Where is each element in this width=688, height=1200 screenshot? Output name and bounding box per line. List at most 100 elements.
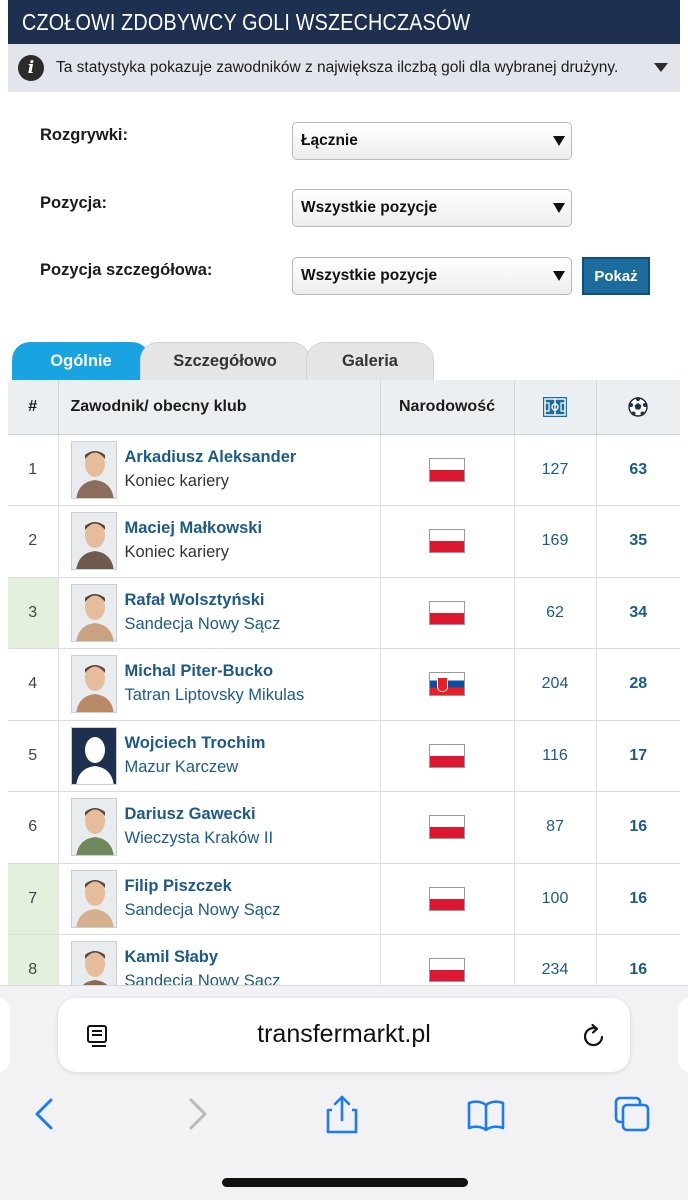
table-row: 2 Maciej Małkowski Koniec kariery 169 35 — [8, 505, 680, 578]
appearances-link[interactable]: 116 — [514, 720, 597, 792]
header-player[interactable]: Zawodnik/ obecny klub — [58, 380, 381, 435]
forward-icon[interactable] — [176, 1094, 216, 1134]
appearances-link[interactable]: 100 — [514, 863, 597, 935]
player-name-link[interactable]: Arkadiusz Aleksander — [125, 446, 297, 468]
info-banner[interactable]: i Ta statystyka pokazuje zawodników z na… — [8, 44, 680, 92]
player-photo[interactable] — [70, 655, 117, 714]
player-photo[interactable] — [70, 798, 117, 857]
goals-link[interactable]: 16 — [596, 863, 680, 935]
dropdown-arrow-icon — [553, 136, 565, 146]
player-name-link[interactable]: Rafał Wolsztyński — [125, 589, 281, 611]
slovakia-flag-icon — [429, 672, 465, 697]
club-link[interactable]: Sandecja Nowy Sącz — [125, 897, 281, 923]
nationality-cell — [380, 863, 515, 935]
header-goals[interactable] — [596, 380, 680, 435]
table-row: 6 Dariusz Gawecki Wieczysta Kraków II 87 16 — [8, 791, 680, 864]
rank-cell: 7 — [8, 863, 59, 935]
browser-toolbar: transfermarkt.pl — [0, 985, 688, 1200]
appearances-link[interactable]: 62 — [514, 577, 597, 649]
info-icon: i — [18, 55, 44, 81]
player-photo[interactable] — [70, 583, 117, 642]
rank-cell: 3 — [8, 577, 59, 649]
appearances-link[interactable]: 87 — [514, 791, 597, 864]
next-tab-preview[interactable] — [678, 998, 688, 1072]
tab-detailed[interactable]: Szczegółowo — [140, 342, 310, 380]
player-cell: Maciej Małkowski Koniec kariery — [57, 505, 381, 578]
home-indicator[interactable] — [222, 1178, 468, 1187]
goals-link[interactable]: 17 — [596, 720, 680, 792]
competition-select-value: Łącznie — [301, 132, 358, 149]
player-cell: Wojciech Trochim Mazur Karczew — [57, 720, 381, 792]
appearances-link[interactable]: 169 — [514, 505, 597, 578]
nationality-cell — [380, 791, 515, 864]
table-row: 4 Michal Piter-Bucko Tatran Liptovsky Miku… — [8, 648, 680, 721]
bookmarks-icon[interactable] — [466, 1094, 506, 1134]
player-cell: Arkadiusz Aleksander Koniec kariery — [57, 434, 381, 506]
table-row: 7 Filip Piszczek Sandecja Nowy Sącz 100 16 — [8, 863, 680, 935]
share-icon[interactable] — [322, 1094, 362, 1134]
nationality-cell — [380, 505, 515, 578]
nationality-cell — [380, 720, 515, 792]
player-photo[interactable] — [70, 869, 117, 928]
poland-flag-icon — [429, 886, 465, 911]
player-name-link[interactable]: Wojciech Trochim — [125, 732, 266, 754]
club-link[interactable]: Sandecja Nowy Sącz — [125, 611, 281, 637]
filter-form: Rozgrywki: Łącznie Pozycja: Wszystkie po… — [8, 92, 680, 342]
rank-cell: 2 — [8, 505, 59, 578]
rank-cell: 1 — [8, 434, 59, 506]
player-name-link[interactable]: Michal Piter-Bucko — [125, 660, 305, 682]
goals-link[interactable]: 16 — [596, 791, 680, 864]
rank-cell: 4 — [8, 648, 59, 721]
football-icon — [628, 396, 648, 417]
player-name-link[interactable]: Filip Piszczek — [125, 875, 281, 897]
table-body: 1 Arkadiusz Aleksander Koniec kariery 127 63… — [8, 434, 680, 1007]
dropdown-arrow-icon — [553, 203, 565, 213]
player-photo[interactable] — [70, 440, 117, 499]
player-name-link[interactable]: Dariusz Gawecki — [125, 803, 274, 825]
page: CZOŁOWI ZDOBYWCY GOLI WSZECHCZASÓW i Ta … — [0, 0, 688, 1200]
header-nationality[interactable]: Narodowość — [380, 380, 515, 435]
reload-icon[interactable] — [580, 1022, 608, 1050]
position-select[interactable]: Wszystkie pozycje — [292, 189, 572, 227]
club-link[interactable]: Mazur Karczew — [125, 754, 266, 780]
url-text: transfermarkt.pl — [257, 1020, 431, 1048]
nationality-cell — [380, 648, 515, 721]
dropdown-arrow-icon — [553, 271, 565, 281]
goals-link[interactable]: 34 — [596, 577, 680, 649]
tab-gallery[interactable]: Galeria — [306, 342, 434, 380]
chevron-down-icon[interactable] — [654, 63, 668, 72]
position-select-value: Wszystkie pozycje — [301, 199, 438, 216]
goals-link[interactable]: 28 — [596, 648, 680, 721]
table-row: 3 Rafał Wolsztyński Sandecja Nowy Sącz 62 34 — [8, 577, 680, 649]
club-link[interactable]: Tatran Liptovsky Mikulas — [125, 682, 305, 708]
header-appearances[interactable] — [514, 380, 597, 435]
top-scorers-table: # Zawodnik/ obecny klub Narodowość 1 Ark… — [8, 380, 680, 1007]
detailed-position-select[interactable]: Wszystkie pozycje — [292, 257, 572, 295]
player-name-link[interactable]: Maciej Małkowski — [125, 517, 263, 539]
previous-tab-preview[interactable] — [0, 998, 10, 1072]
player-cell: Filip Piszczek Sandecja Nowy Sącz — [57, 863, 381, 935]
address-bar[interactable]: transfermarkt.pl — [58, 998, 630, 1072]
header-rank[interactable]: # — [8, 380, 59, 435]
player-cell: Rafał Wolsztyński Sandecja Nowy Sącz — [57, 577, 381, 649]
tab-general[interactable]: Ogólnie — [12, 342, 150, 380]
show-button[interactable]: Pokaż — [582, 257, 650, 295]
goals-link[interactable]: 35 — [596, 505, 680, 578]
player-photo[interactable] — [70, 726, 117, 785]
club-status: Koniec kariery — [124, 471, 230, 490]
appearances-link[interactable]: 204 — [514, 648, 597, 721]
back-icon[interactable] — [26, 1094, 66, 1134]
table-row: 1 Arkadiusz Aleksander Koniec kariery 127 63 — [8, 434, 680, 506]
competition-label: Rozgrywki: — [40, 126, 129, 144]
player-name-link[interactable]: Kamil Słaby — [125, 946, 281, 968]
poland-flag-icon — [429, 958, 465, 983]
poland-flag-icon — [429, 600, 465, 625]
goals-link[interactable]: 63 — [596, 434, 680, 506]
competition-select[interactable]: Łącznie — [292, 122, 572, 160]
tabs-icon[interactable] — [612, 1094, 652, 1134]
position-label: Pozycja: — [40, 194, 107, 212]
club-link[interactable]: Wieczysta Kraków II — [125, 825, 274, 851]
appearances-link[interactable]: 127 — [514, 434, 597, 506]
player-photo[interactable] — [70, 512, 117, 571]
page-title: CZOŁOWI ZDOBYWCY GOLI WSZECHCZASÓW — [8, 0, 680, 44]
